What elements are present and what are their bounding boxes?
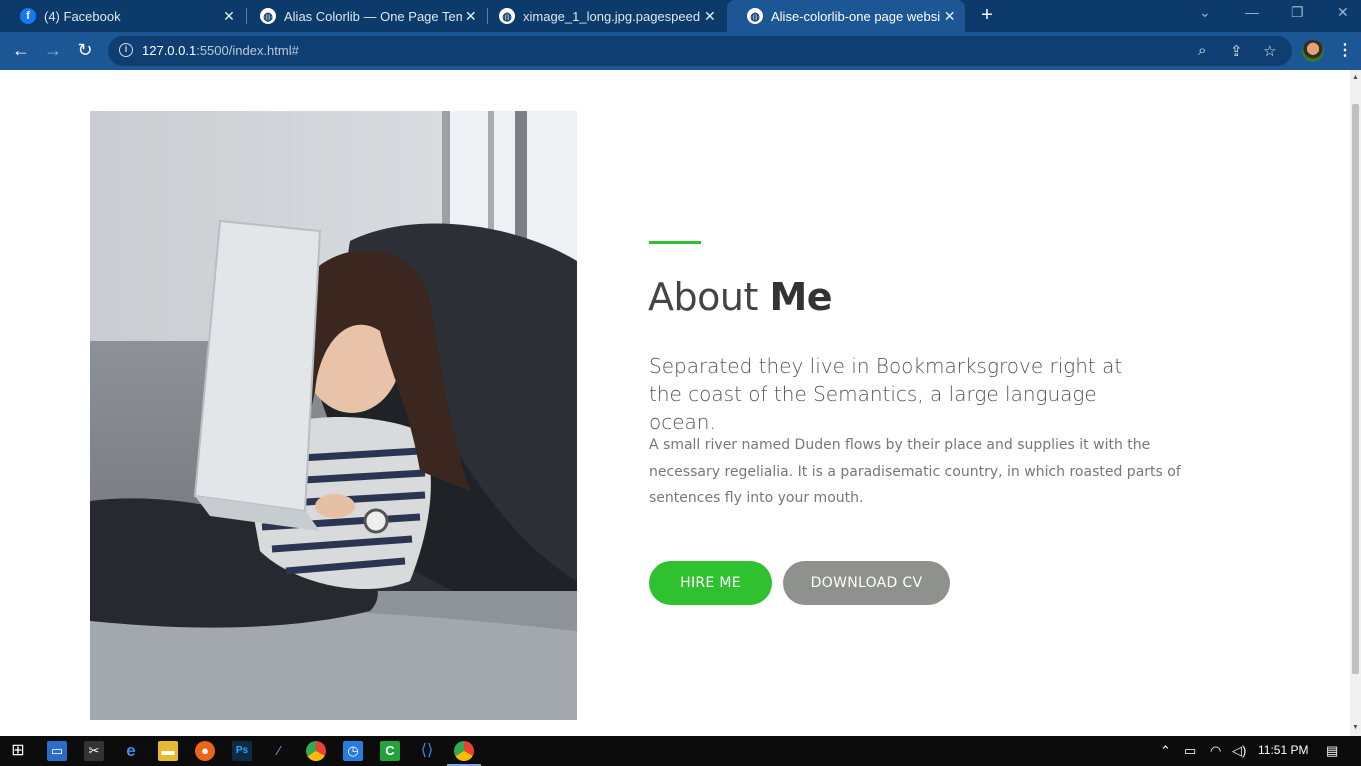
globe-icon: ◍ [747, 8, 763, 24]
url-host: 127.0.0.1 [142, 43, 197, 58]
share-icon[interactable]: ⇪ [1230, 42, 1243, 60]
chrome-active-icon[interactable] [454, 741, 474, 761]
calendar-app-icon[interactable]: ◷ [343, 741, 363, 761]
about-body-text: A small river named Duden flows by their… [649, 437, 1181, 506]
page-scrollbar[interactable]: ▲ ▼ [1350, 70, 1361, 736]
download-cv-button[interactable]: DOWNLOAD CV [783, 561, 950, 605]
scroll-thumb[interactable] [1352, 104, 1359, 674]
scroll-down-icon[interactable]: ▼ [1352, 724, 1359, 731]
pen-app-icon[interactable]: ⁄ [269, 741, 289, 761]
close-icon[interactable]: ✕ [462, 8, 480, 25]
battery-icon[interactable]: ▭ [1184, 743, 1196, 759]
minimize-icon[interactable]: — [1245, 4, 1259, 20]
tab-title: (4) Facebook [44, 8, 121, 24]
firefox-icon[interactable]: ● [195, 741, 215, 761]
address-bar[interactable]: i 127.0.0.1:5500/index.html# ⌕ ⇪ ☆ [108, 36, 1292, 66]
window-close-icon[interactable]: ✕ [1337, 4, 1349, 21]
browser-toolbar: ← → ↻ i 127.0.0.1:5500/index.html# ⌕ ⇪ ☆… [0, 32, 1361, 70]
snipping-tool-icon[interactable]: ✂ [84, 741, 104, 761]
heading-bold-text: Me [769, 275, 833, 319]
tab-title: Alias Colorlib — One Page Templ [284, 8, 462, 24]
new-tab-button[interactable]: + [977, 4, 997, 27]
browser-tab-strip: f (4) Facebook ✕ ◍ Alias Colorlib — One … [0, 0, 1361, 32]
tab-title: Alise-colorlib-one page website [771, 8, 941, 24]
reload-icon[interactable]: ↻ [74, 40, 96, 61]
globe-icon: ◍ [499, 8, 515, 24]
taskbar-clock[interactable]: 11:51 PM [1258, 743, 1308, 757]
file-explorer-icon[interactable]: ▬ [158, 741, 178, 761]
tab-ximage[interactable]: ◍ ximage_1_long.jpg.pagespeed.ic. ✕ [479, 0, 725, 32]
page-viewport: About Me Separated they live in Bookmark… [0, 70, 1350, 736]
forward-icon[interactable]: → [42, 40, 64, 61]
restore-icon[interactable]: ❐ [1291, 4, 1304, 21]
tab-facebook[interactable]: f (4) Facebook ✕ [0, 0, 245, 32]
wifi-icon[interactable]: ◠ [1210, 743, 1221, 759]
close-icon[interactable]: ✕ [219, 8, 239, 25]
tray-chevron-icon[interactable]: ⌃ [1160, 743, 1171, 759]
back-icon[interactable]: ← [10, 40, 32, 61]
about-photo [90, 111, 577, 720]
vscode-icon[interactable]: ⟨⟩ [417, 741, 437, 761]
bookmark-star-icon[interactable]: ☆ [1263, 42, 1276, 60]
tab-title: ximage_1_long.jpg.pagespeed.ic. [523, 8, 701, 24]
windows-taskbar: ⊞ ▭ ✂ e ▬ ● Ps ⁄ ◷ C ⟨⟩ ⌃ ▭ ◠ ◁) 11:51 P… [0, 736, 1361, 766]
tab-search-icon[interactable]: ⌄ [1199, 4, 1211, 21]
photoshop-icon[interactable]: Ps [232, 741, 252, 761]
notification-icon[interactable]: ▤ [1326, 743, 1338, 759]
hire-me-button[interactable]: HIRE ME [649, 561, 772, 605]
tab-alias-colorlib[interactable]: ◍ Alias Colorlib — One Page Templ ✕ [240, 0, 486, 32]
camtasia-icon[interactable]: C [380, 741, 400, 761]
accent-divider [649, 241, 701, 244]
scroll-up-icon[interactable]: ▲ [1352, 74, 1359, 81]
task-view-icon[interactable]: ▭ [47, 741, 67, 761]
url-path: :5500/index.html# [196, 43, 299, 58]
globe-icon: ◍ [260, 8, 276, 24]
heading-light-text: About [648, 275, 770, 319]
url-text[interactable]: 127.0.0.1:5500/index.html# [142, 43, 299, 58]
facebook-icon: f [20, 8, 36, 24]
about-lead: Separated they live in Bookmarksgrove ri… [649, 352, 1169, 436]
volume-icon[interactable]: ◁) [1232, 743, 1246, 759]
profile-avatar[interactable] [1302, 40, 1324, 62]
lead-line-1: Separated they live in Bookmarksgrove ri… [649, 354, 1123, 378]
tab-alise-colorlib[interactable]: ◍ Alise-colorlib-one page website ✕ [727, 0, 965, 32]
menu-icon[interactable]: ⋮ [1337, 40, 1353, 60]
close-icon[interactable]: ✕ [940, 8, 959, 25]
lead-line-2: the coast of the Semantics, a large lang… [649, 382, 1097, 434]
windows-start-icon[interactable]: ⊞ [8, 741, 28, 761]
about-heading: About Me [648, 275, 833, 319]
zoom-icon[interactable]: ⌕ [1198, 42, 1206, 59]
info-icon[interactable]: i [119, 43, 133, 57]
edge-icon[interactable]: e [121, 741, 141, 761]
woman-with-laptop-image [90, 111, 577, 720]
chrome-icon[interactable] [306, 741, 326, 761]
close-icon[interactable]: ✕ [701, 8, 719, 25]
